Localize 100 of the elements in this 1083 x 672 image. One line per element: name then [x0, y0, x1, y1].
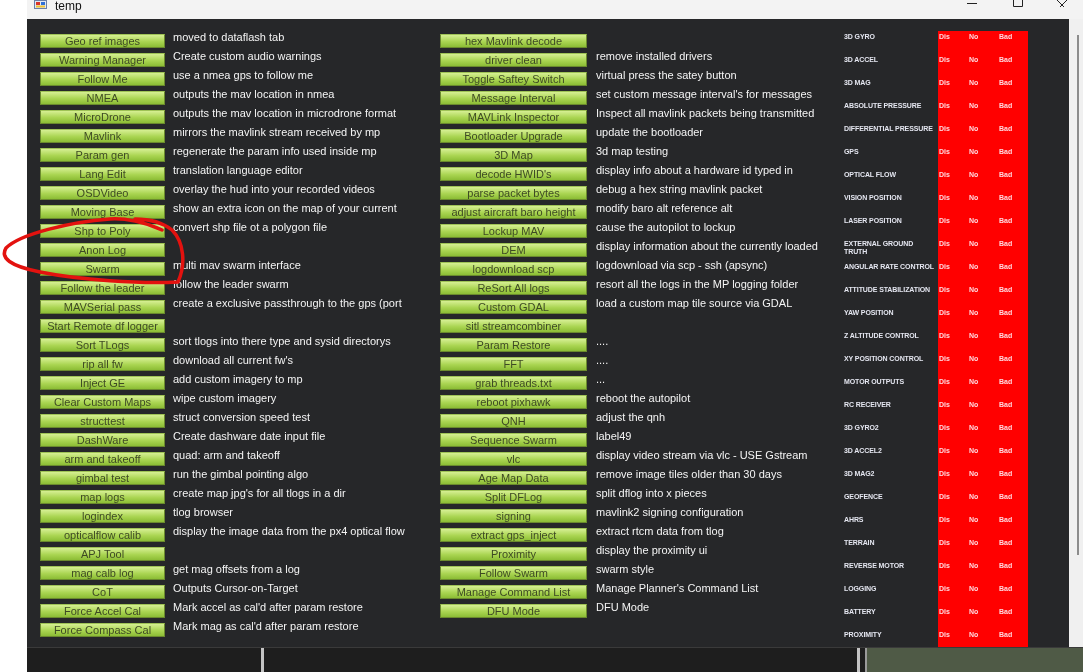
- tool-description: 3d map testing: [596, 145, 669, 158]
- tool-button[interactable]: Proximity: [440, 547, 587, 561]
- tool-button[interactable]: Geo ref images: [40, 34, 165, 48]
- tool-description: remove image tiles older than 30 days: [596, 468, 782, 481]
- tool-description: swarm style: [596, 563, 655, 576]
- tool-button[interactable]: gimbal test: [40, 471, 165, 485]
- tool-button[interactable]: MAVLink Inspector: [440, 110, 587, 124]
- tool-button[interactable]: Clear Custom Maps: [40, 395, 165, 409]
- tool-description: Inspect all mavlink packets being transmitted: [596, 107, 815, 120]
- tool-button[interactable]: Custom GDAL: [440, 300, 587, 314]
- tool-button[interactable]: CoT: [40, 585, 165, 599]
- tool-description: translation language editor: [173, 164, 303, 177]
- tool-button[interactable]: Warning Manager: [40, 53, 165, 67]
- tool-button[interactable]: OSDVideo: [40, 186, 165, 200]
- tool-description: ...: [596, 373, 606, 386]
- tool-description: display info about a hardware id typed in: [596, 164, 793, 177]
- tool-button[interactable]: Moving Base: [40, 205, 165, 219]
- tool-button[interactable]: driver clean: [440, 53, 587, 67]
- tool-button[interactable]: DEM: [440, 243, 587, 257]
- tool-description: use a nmea gps to follow me: [173, 69, 314, 82]
- tool-description: create map jpg's for all tlogs in a dir: [173, 487, 346, 500]
- tool-button[interactable]: logindex: [40, 509, 165, 523]
- tool-button[interactable]: Inject GE: [40, 376, 165, 390]
- tool-button[interactable]: reboot pixhawk: [440, 395, 587, 409]
- scrollbar[interactable]: [1069, 19, 1083, 647]
- tool-button[interactable]: grab threads.txt: [440, 376, 587, 390]
- tool-button[interactable]: adjust aircraft baro height: [440, 205, 587, 219]
- tool-description: label49: [596, 430, 632, 443]
- tool-description: cause the autopilot to lockup: [596, 221, 736, 234]
- tool-button[interactable]: Split DFLog: [440, 490, 587, 504]
- tool-button[interactable]: Mavlink: [40, 129, 165, 143]
- tool-description: show an extra icon on the map of your current: [173, 202, 397, 215]
- tool-description: DFU Mode: [596, 601, 650, 614]
- tool-description: set custom message interval's for messages: [596, 88, 813, 101]
- tool-button[interactable]: Param gen: [40, 148, 165, 162]
- tool-button[interactable]: ReSort All logs: [440, 281, 587, 295]
- tool-description: Mark mag as cal'd after param restore: [173, 620, 359, 633]
- tool-button[interactable]: opticalflow calib: [40, 528, 165, 542]
- tool-button[interactable]: arm and takeoff: [40, 452, 165, 466]
- tool-description: virtual press the satey button: [596, 69, 737, 82]
- tool-button[interactable]: Bootloader Upgrade: [440, 129, 587, 143]
- tool-button[interactable]: 3D Map: [440, 148, 587, 162]
- tool-description: download all current fw's: [173, 354, 294, 367]
- tool-button[interactable]: Follow Swarm: [440, 566, 587, 580]
- tool-button[interactable]: rip all fw: [40, 357, 165, 371]
- tool-description: logdownload via scp - ssh (apsync): [596, 259, 768, 272]
- tool-button[interactable]: Force Accel Cal: [40, 604, 165, 618]
- maximize-icon: [1013, 0, 1023, 7]
- tool-description: mirrors the mavlink stream received by mp: [173, 126, 381, 139]
- tool-button[interactable]: Toggle Saftey Switch: [440, 72, 587, 86]
- tool-description: update the bootloader: [596, 126, 704, 139]
- tool-button[interactable]: Lang Edit: [40, 167, 165, 181]
- tool-description: tlog browser: [173, 506, 233, 519]
- tool-button[interactable]: Sequence Swarm: [440, 433, 587, 447]
- tool-button[interactable]: extract gps_inject: [440, 528, 587, 542]
- scrollbar-thumb[interactable]: [1077, 35, 1079, 555]
- tool-description: outputs the mav location in nmea: [173, 88, 335, 101]
- tool-description: ....: [596, 354, 609, 367]
- tool-button[interactable]: Anon Log: [40, 243, 165, 257]
- tool-button[interactable]: signing: [440, 509, 587, 523]
- tool-description: get mag offsets from a log: [173, 563, 300, 576]
- tool-button[interactable]: Follow Me: [40, 72, 165, 86]
- tool-button[interactable]: FFT: [440, 357, 587, 371]
- tool-description: split dflog into x pieces: [596, 487, 707, 500]
- tool-description: add custom imagery to mp: [173, 373, 303, 386]
- tool-description: regenerate the param info used inside mp: [173, 145, 377, 158]
- tool-description: run the gimbal pointing algo: [173, 468, 309, 481]
- tool-button[interactable]: mag calb log: [40, 566, 165, 580]
- tool-button[interactable]: Message Interval: [440, 91, 587, 105]
- tool-button[interactable]: Manage Command List: [440, 585, 587, 599]
- tool-button[interactable]: Swarm: [40, 262, 165, 276]
- tool-description: display the proximity ui: [596, 544, 708, 557]
- tool-button[interactable]: QNH: [440, 414, 587, 428]
- tool-button[interactable]: Age Map Data: [440, 471, 587, 485]
- tool-button[interactable]: DashWare: [40, 433, 165, 447]
- tool-button[interactable]: structtest: [40, 414, 165, 428]
- tool-button[interactable]: sitl streamcombiner: [440, 319, 587, 333]
- tool-button[interactable]: Start Remote df logger: [40, 319, 165, 333]
- tool-button[interactable]: parse packet bytes: [440, 186, 587, 200]
- tool-button[interactable]: NMEA: [40, 91, 165, 105]
- tool-button[interactable]: Param Restore: [440, 338, 587, 352]
- tool-button[interactable]: logdownload scp: [440, 262, 587, 276]
- tool-button[interactable]: MicroDrone: [40, 110, 165, 124]
- tool-description: Manage Planner's Command List: [596, 582, 759, 595]
- tool-button[interactable]: Lockup MAV: [440, 224, 587, 238]
- tool-button[interactable]: vlc: [440, 452, 587, 466]
- tool-description: display information about the currently loaded: [596, 240, 818, 253]
- tool-button[interactable]: Sort TLogs: [40, 338, 165, 352]
- tool-button[interactable]: APJ Tool: [40, 547, 165, 561]
- tool-button[interactable]: decode HWID's: [440, 167, 587, 181]
- tool-button[interactable]: Force Compass Cal: [40, 623, 165, 637]
- tool-description: overlay the hud into your recorded videos: [173, 183, 375, 196]
- tool-description: remove installed drivers: [596, 50, 713, 63]
- tool-description: Create dashware date input file: [173, 430, 326, 443]
- tool-button[interactable]: DFU Mode: [440, 604, 587, 618]
- tool-description: Create custom audio warnings: [173, 50, 322, 63]
- tool-description: resort all the logs in the MP logging folder: [596, 278, 799, 291]
- tool-button[interactable]: map logs: [40, 490, 165, 504]
- tool-button[interactable]: MAVSerial pass: [40, 300, 165, 314]
- tool-button[interactable]: hex Mavlink decode: [440, 34, 587, 48]
